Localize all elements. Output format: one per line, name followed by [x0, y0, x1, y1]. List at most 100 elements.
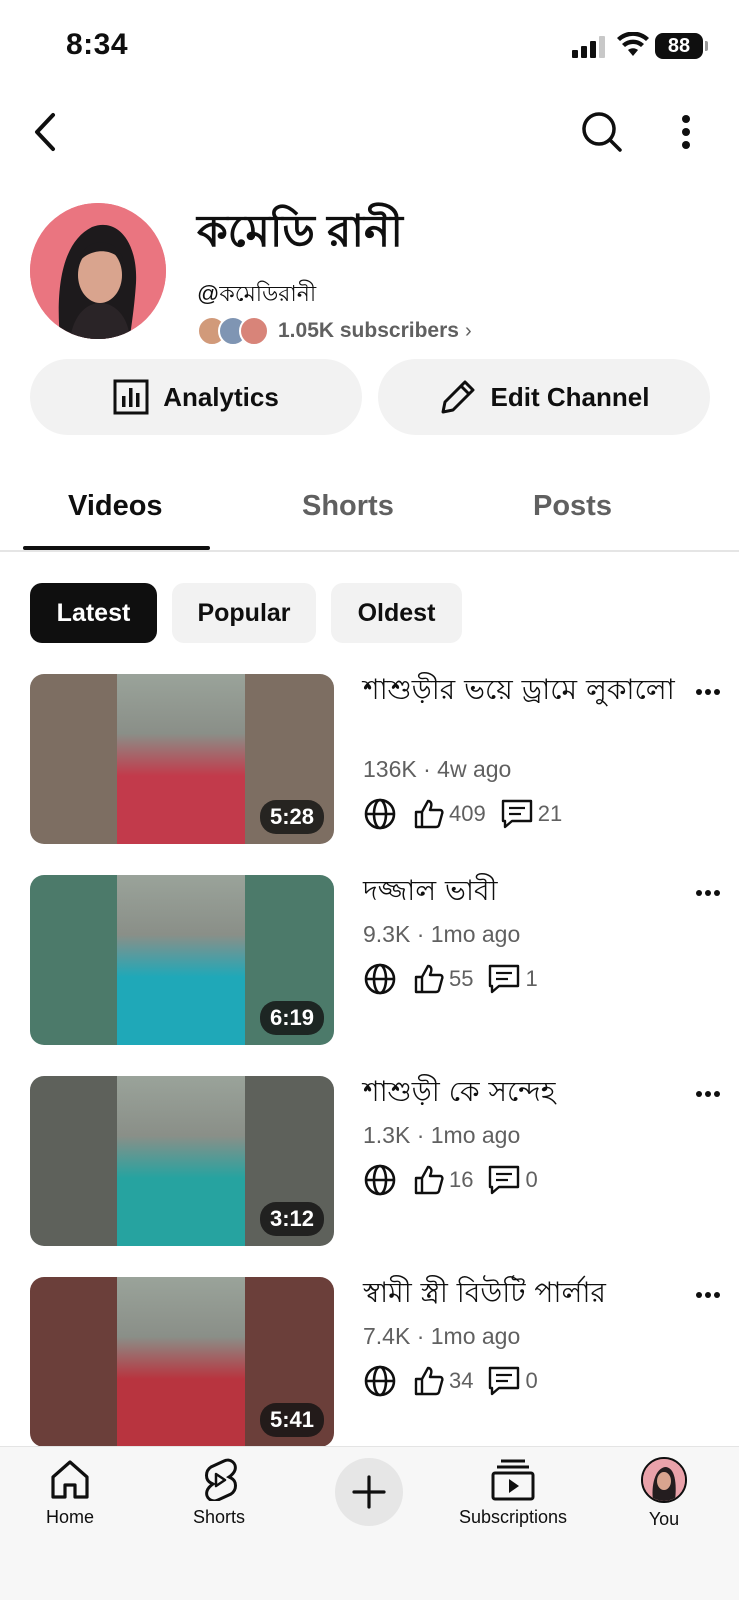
subscribers-row[interactable]: 1.05K subscribers ›	[197, 315, 472, 347]
search-button[interactable]	[576, 104, 628, 160]
search-icon	[582, 112, 622, 152]
like-count: 55	[449, 966, 474, 991]
chip-latest[interactable]: Latest	[30, 583, 157, 643]
video-more-button[interactable]	[688, 1078, 728, 1110]
video-title[interactable]: স্বামী স্ত্রী বিউটি পার্লার	[363, 1275, 683, 1311]
comment-count: 1	[525, 966, 538, 991]
video-duration: 6:19	[259, 1001, 324, 1035]
video-stats: 409 21	[363, 794, 576, 834]
like-count: 409	[449, 801, 486, 826]
channel-avatar[interactable]	[30, 203, 166, 339]
video-item[interactable]: 5:41 স্বামী স্ত্রী বিউটি পার্লার 7.4K · 1m…	[0, 1275, 739, 1449]
video-title[interactable]: দজ্জাল ভাবী	[363, 873, 683, 909]
nav-you[interactable]: You	[641, 1457, 687, 1530]
edit-channel-label: Edit Channel	[490, 381, 650, 412]
video-thumbnail[interactable]: 3:12	[30, 1076, 334, 1246]
comment-icon	[501, 799, 532, 829]
thumbs-up-icon	[414, 964, 444, 994]
like-count: 16	[449, 1167, 474, 1192]
profile-avatar	[641, 1457, 687, 1503]
create-button[interactable]	[335, 1458, 403, 1526]
battery-icon: 88	[655, 33, 708, 59]
nav-shorts-label: Shorts	[193, 1507, 246, 1527]
back-arrow-icon	[35, 113, 55, 151]
video-meta: 1.3K · 1mo ago	[363, 1122, 521, 1148]
more-options-button[interactable]	[662, 104, 710, 160]
nav-subscriptions[interactable]: Subscriptions	[459, 1457, 567, 1528]
video-meta: 9.3K · 1mo ago	[363, 921, 521, 947]
edit-channel-button[interactable]: Edit Channel	[378, 359, 710, 435]
thumbs-up-icon	[414, 799, 444, 829]
video-title[interactable]: শাশুড়ী কে সন্দেহ	[363, 1074, 683, 1110]
status-bar: 8:34 88	[0, 0, 739, 92]
video-more-button[interactable]	[688, 1279, 728, 1311]
video-stats: 55 1	[363, 959, 552, 999]
video-more-button[interactable]	[688, 877, 728, 909]
thumbnail-image	[117, 1277, 245, 1447]
comment-icon	[489, 964, 520, 994]
video-duration: 5:28	[259, 800, 324, 834]
nav-home[interactable]: Home	[46, 1457, 94, 1528]
video-duration: 3:12	[259, 1202, 324, 1236]
video-title[interactable]: শাশুড়ীর ভয়ে ড্রামে লুকালো	[363, 672, 683, 708]
analytics-icon	[113, 379, 149, 415]
nav-you-label: You	[648, 1509, 680, 1529]
horizontal-dots-icon	[696, 890, 720, 896]
plus-icon	[352, 1475, 386, 1509]
comment-count: 0	[525, 1167, 538, 1192]
thumbs-up-icon	[414, 1165, 444, 1195]
thumbnail-image	[117, 674, 245, 844]
comment-count: 0	[525, 1368, 538, 1393]
tab-shorts[interactable]: Shorts	[302, 490, 394, 523]
active-tab-indicator	[23, 546, 210, 550]
like-count: 34	[449, 1368, 474, 1393]
bottom-navigation: Home Shorts Subscriptions You	[0, 1446, 739, 1600]
cellular-signal-icon	[572, 36, 606, 58]
back-button[interactable]	[22, 104, 70, 160]
home-icon	[51, 1460, 89, 1499]
video-thumbnail[interactable]: 6:19	[30, 875, 334, 1045]
top-bar	[0, 100, 739, 164]
status-time: 8:34	[66, 28, 129, 61]
video-thumbnail[interactable]: 5:41	[30, 1277, 334, 1447]
video-thumbnail[interactable]: 5:28	[30, 674, 334, 844]
globe-icon	[364, 1164, 396, 1196]
chip-popular[interactable]: Popular	[172, 583, 316, 643]
video-item[interactable]: 5:28 শাশুড়ীর ভয়ে ড্রামে লুকালো 136K · 4w…	[0, 672, 739, 846]
subscriber-count: 1.05K subscribers	[278, 319, 459, 342]
thumbs-up-icon	[414, 1366, 444, 1396]
channel-name: কমেডি রানী	[197, 207, 403, 256]
nav-shorts[interactable]: Shorts	[193, 1457, 245, 1528]
subscriber-avatar	[239, 316, 269, 346]
video-stats: 34 0	[363, 1361, 552, 1401]
tab-videos[interactable]: Videos	[68, 490, 163, 523]
shorts-icon	[205, 1458, 238, 1501]
avatar-image-icon	[30, 203, 166, 339]
video-item[interactable]: 6:19 দজ্জাল ভাবী 9.3K · 1mo ago 55 1	[0, 873, 739, 1047]
analytics-label: Analytics	[163, 381, 279, 412]
channel-tabs: Videos Shorts Posts	[0, 466, 739, 552]
video-stats: 16 0	[363, 1160, 552, 1200]
video-duration: 5:41	[259, 1403, 324, 1437]
video-item[interactable]: 3:12 শাশুড়ী কে সন্দেহ 1.3K · 1mo ago 16 0	[0, 1074, 739, 1248]
horizontal-dots-icon	[696, 689, 720, 695]
video-meta: 7.4K · 1mo ago	[363, 1323, 521, 1349]
analytics-button[interactable]: Analytics	[30, 359, 362, 435]
nav-home-label: Home	[46, 1507, 95, 1527]
horizontal-dots-icon	[696, 1292, 720, 1298]
vertical-dots-icon	[682, 115, 690, 149]
wifi-icon	[617, 32, 649, 56]
chevron-right-icon: ›	[464, 319, 472, 342]
comment-icon	[489, 1165, 520, 1195]
channel-handle: @কমেডিরানী	[197, 281, 317, 306]
video-more-button[interactable]	[688, 676, 728, 708]
globe-icon	[364, 798, 396, 830]
chip-oldest[interactable]: Oldest	[331, 583, 462, 643]
thumbnail-image	[117, 875, 245, 1045]
tab-posts[interactable]: Posts	[533, 490, 612, 523]
globe-icon	[364, 963, 396, 995]
subscriptions-icon	[491, 1459, 535, 1501]
comment-icon	[489, 1366, 520, 1396]
thumbnail-image	[117, 1076, 245, 1246]
globe-icon	[364, 1365, 396, 1397]
